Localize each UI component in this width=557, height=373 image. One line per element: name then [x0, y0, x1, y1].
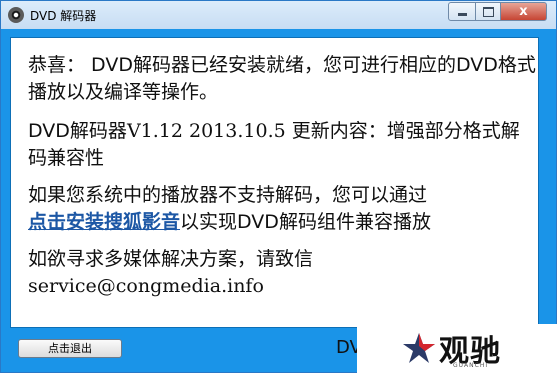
contact-email: service@congmedia.info: [28, 275, 264, 297]
maximize-button[interactable]: [475, 2, 501, 21]
close-button[interactable]: x: [500, 2, 547, 21]
contact-text: 如欲寻求多媒体解决方案，请致信: [28, 248, 314, 270]
window-title: DVD 解码器: [30, 9, 97, 23]
install-ready-message: 恭喜： DVD解码器已经安装就绪，您可进行相应的DVD格式播放以及编译等操作。: [28, 52, 538, 106]
message-panel: 恭喜： DVD解码器已经安装就绪，您可进行相应的DVD格式播放以及编译等操作。 …: [10, 37, 539, 328]
install-ready-text: 恭喜： DVD解码器已经安装就绪，您可进行相应的DVD格式播放以及编译等操作。: [28, 54, 536, 103]
compatibility-message: 如果您系统中的播放器不支持解码，您可以通过 点击安装搜狐影音以实现DVD解码组件兼…: [28, 182, 538, 236]
minimize-button[interactable]: [448, 2, 476, 21]
contact-message: 如欲寻求多媒体解决方案，请致信 service@congmedia.info: [28, 246, 538, 300]
title-bar[interactable]: DVD 解码器 x: [1, 1, 556, 29]
watermark-subtext: GUANCHI: [453, 362, 489, 369]
close-icon: x: [519, 4, 528, 19]
update-version: V1.12 2013.10.5: [126, 120, 286, 142]
star-logo-icon: [403, 333, 435, 363]
install-sohu-video-link[interactable]: 点击安装搜狐影音: [28, 211, 180, 233]
maximize-icon: [482, 6, 494, 17]
watermark: 观驰 GUANCHI: [357, 324, 557, 373]
update-product-name: DVD解码器: [28, 120, 127, 142]
exit-button[interactable]: 点击退出: [18, 339, 122, 358]
update-notes: DVD解码器V1.12 2013.10.5 更新内容：增强部分格式解码兼容性: [28, 118, 538, 172]
compatibility-text-end: 以实现DVD解码组件兼容播放: [180, 211, 431, 233]
minimize-icon: [457, 13, 467, 16]
dvd-app-icon: [8, 7, 24, 23]
compatibility-text: 如果您系统中的播放器不支持解码，您可以通过: [28, 184, 428, 206]
dialog-window: DVD 解码器 x 恭喜： DVD解码器已经安装就绪，您可进行相应的DVD格式播…: [0, 0, 557, 373]
